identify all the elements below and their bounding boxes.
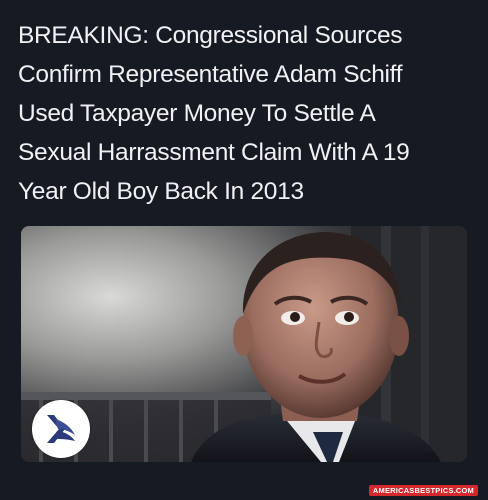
- headline-line: BREAKING: Congressional Sources: [18, 22, 403, 49]
- meme-post: BREAKING: Congressional Sources Confirm …: [0, 0, 488, 500]
- headline: BREAKING: Congressional Sources Confirm …: [18, 16, 478, 211]
- logo-badge: [32, 400, 90, 458]
- eagle-logo-icon: [47, 415, 75, 443]
- headline-line: Sexual Harrassment Claim With A 19: [18, 139, 410, 166]
- headline-line: Used Taxpayer Money To Settle A: [18, 100, 376, 127]
- headline-line: Year Old Boy Back In 2013: [18, 178, 304, 205]
- headline-line: Confirm Representative Adam Schiff: [18, 61, 403, 88]
- watermark: AMERICASBESTPICS.COM: [368, 485, 478, 496]
